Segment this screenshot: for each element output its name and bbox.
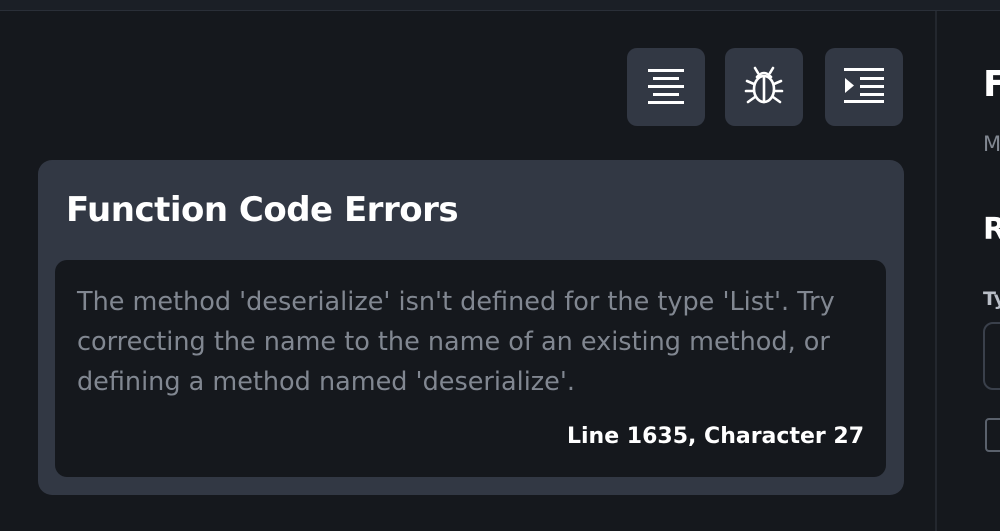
right-panel-field-label: Ty — [983, 288, 1000, 310]
align-center-icon — [646, 65, 686, 110]
error-message: The method 'deserialize' isn't defined f… — [77, 287, 835, 397]
panel-divider — [935, 11, 937, 531]
bug-icon — [742, 63, 786, 112]
error-item: The method 'deserialize' isn't defined f… — [55, 260, 886, 477]
card-title: Function Code Errors — [66, 190, 459, 230]
function-code-errors-card: Function Code Errors The method 'deseria… — [38, 160, 904, 495]
right-panel-title: F — [983, 64, 1000, 105]
right-panel-type-input[interactable] — [983, 322, 1000, 390]
indent-icon — [842, 65, 886, 110]
right-panel-subtitle: M — [983, 132, 1000, 156]
right-panel-checkbox[interactable] — [985, 418, 1000, 452]
format-code-button[interactable] — [627, 48, 705, 126]
debug-button[interactable] — [725, 48, 803, 126]
right-panel-heading: R — [983, 212, 1000, 247]
top-bar — [0, 0, 1000, 11]
error-location[interactable]: Line 1635, Character 27 — [567, 424, 864, 449]
indent-button[interactable] — [825, 48, 903, 126]
